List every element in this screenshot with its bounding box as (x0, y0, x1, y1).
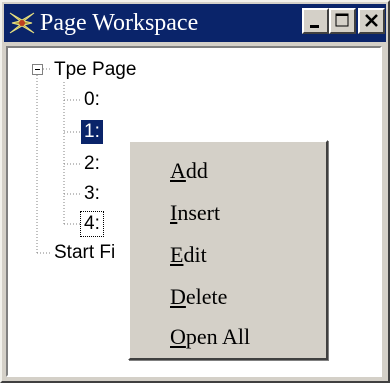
tree-node-0[interactable]: 0: (84, 88, 100, 112)
menu-item-edit-label: dit (183, 242, 207, 267)
app-icon (8, 10, 36, 36)
tree-second-root-node[interactable]: Start Fi (54, 241, 115, 265)
close-button[interactable] (358, 8, 385, 34)
maximize-button[interactable] (329, 8, 356, 34)
menu-item-add-accel: A (170, 158, 186, 183)
minimize-icon (310, 25, 319, 28)
tree-node-2[interactable]: 2: (84, 152, 100, 176)
menu-item-add-label: dd (185, 158, 208, 183)
menu-item-delete[interactable]: Delete (170, 284, 227, 310)
menu-item-edit[interactable]: Edit (170, 242, 207, 268)
menu-item-edit-accel: E (170, 242, 184, 267)
page-workspace-window: Page Workspace Tpe Page 0: 1: 2: 3: 4: S… (0, 0, 390, 383)
minimize-button[interactable] (302, 8, 329, 34)
tree-node-4[interactable]: 4: (80, 211, 104, 237)
title-bar[interactable]: Page Workspace (4, 4, 386, 42)
tree-root-node[interactable]: Tpe Page (54, 58, 136, 82)
menu-item-insert-label: nsert (177, 200, 221, 225)
context-menu: Add Insert Edit Delete Open All (128, 140, 328, 360)
tree-node-1[interactable]: 1: (81, 120, 103, 144)
menu-item-insert[interactable]: Insert (170, 200, 220, 226)
expand-collapse-toggle[interactable] (32, 64, 43, 75)
menu-item-add[interactable]: Add (170, 158, 208, 184)
menu-item-open-all-accel: O (170, 324, 186, 349)
menu-item-open-all-label: pen All (185, 324, 251, 349)
menu-item-delete-label: elete (185, 284, 228, 309)
maximize-icon (335, 13, 349, 27)
menu-item-delete-accel: D (170, 284, 186, 309)
close-icon (365, 14, 378, 27)
tree-node-3[interactable]: 3: (84, 182, 100, 206)
window-title: Page Workspace (40, 10, 199, 36)
menu-item-open-all[interactable]: Open All (170, 324, 250, 350)
